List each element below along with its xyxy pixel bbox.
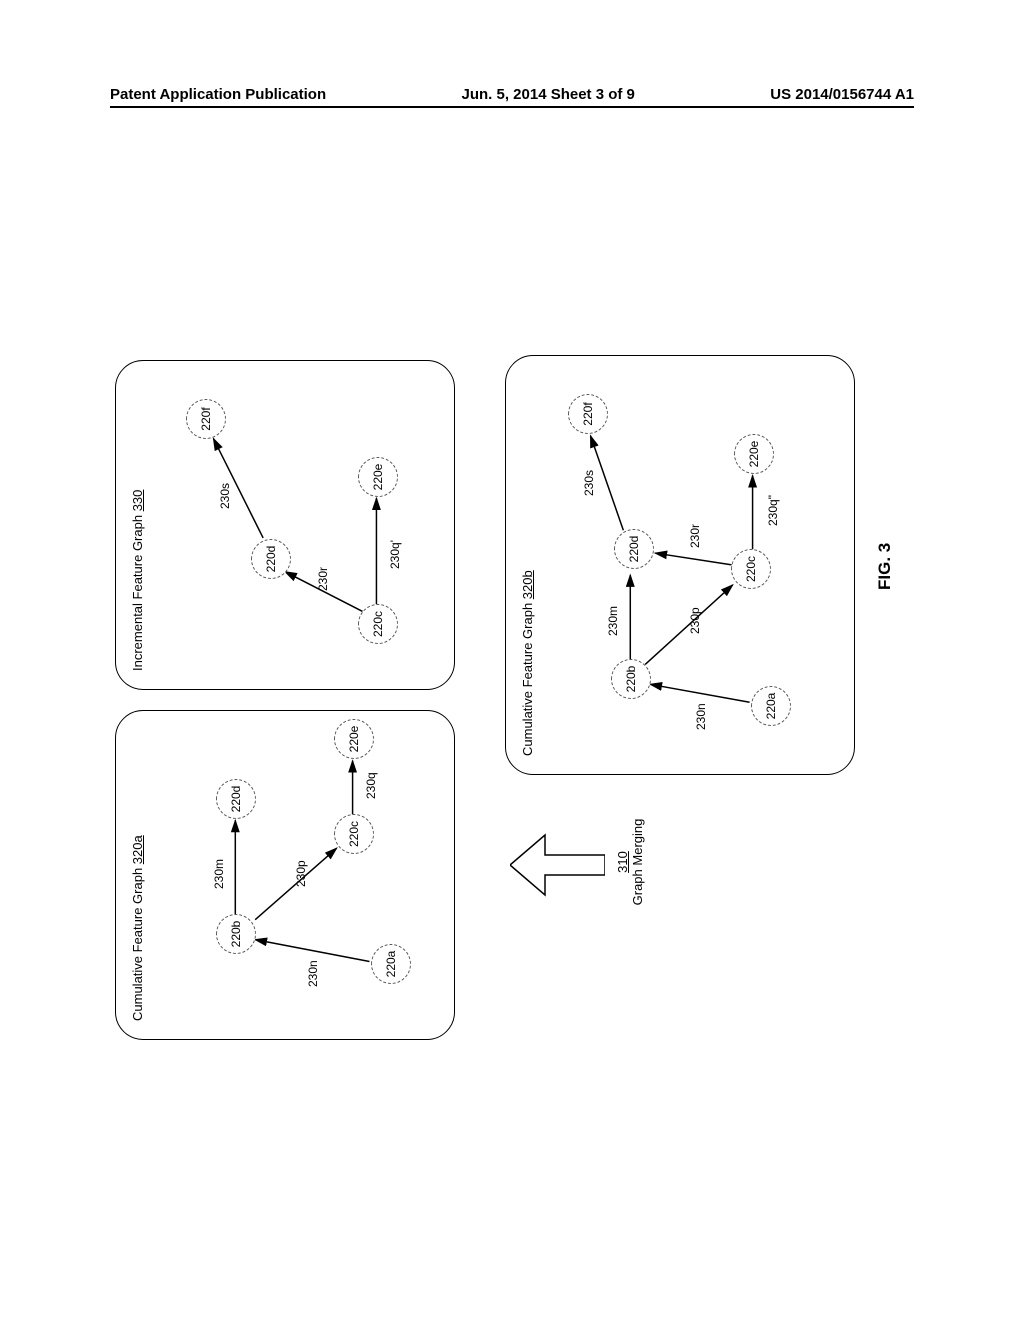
node-220a-p3: 220a (751, 686, 791, 726)
edge-230m-p1: 230m (212, 859, 226, 889)
header-rule (110, 106, 914, 108)
panel-330: Incremental Feature Graph 330 220c 220d … (115, 360, 455, 690)
header-center: Jun. 5, 2014 Sheet 3 of 9 (461, 86, 634, 103)
node-220c-p2: 220c (358, 604, 398, 644)
panel-320b-title: Cumulative Feature Graph 320b (520, 570, 535, 756)
node-220d-p2: 220d (251, 539, 291, 579)
edge-230n-p3: 230n (694, 703, 708, 730)
node-220e-p3: 220e (734, 434, 774, 474)
merge-ref: 310 (615, 851, 630, 873)
panel-330-arrows (116, 361, 454, 689)
panel-320a: Cumulative Feature Graph 320a 220a 220b … (115, 710, 455, 1040)
edge-230q2-p3: 230q" (766, 495, 780, 526)
panel-330-ref: 330 (130, 490, 145, 512)
figure-3: Cumulative Feature Graph 320a 220a 220b … (115, 360, 935, 1040)
edge-230s-p2: 230s (218, 483, 232, 509)
page-header: Patent Application Publication Jun. 5, 2… (0, 86, 1024, 103)
edge-230m-p3: 230m (606, 606, 620, 636)
merge-arrow-label: 310 Graph Merging (615, 792, 645, 932)
node-220a-p1: 220a (371, 944, 411, 984)
edge-230s-p3: 230s (582, 470, 596, 496)
edge-230p-p3: 230p (688, 607, 702, 634)
panel-320b: Cumulative Feature Graph 320b 220a 220b … (505, 355, 855, 775)
node-220d-p3: 220d (614, 529, 654, 569)
node-220e-p1: 220e (334, 719, 374, 759)
merge-arrow-icon (510, 825, 605, 905)
merge-text: Graph Merging (630, 819, 645, 906)
edge-230r-p3: 230r (688, 524, 702, 548)
panel-320b-title-text: Cumulative Feature Graph (520, 599, 535, 756)
header-right: US 2014/0156744 A1 (770, 86, 914, 103)
edge-230q-p1: 230q (364, 772, 378, 799)
panel-330-title: Incremental Feature Graph 330 (130, 490, 145, 671)
node-220f-p3: 220f (568, 394, 608, 434)
edge-230n-p1: 230n (306, 960, 320, 987)
panel-330-title-text: Incremental Feature Graph (130, 511, 145, 671)
panel-320a-title-text: Cumulative Feature Graph (130, 864, 145, 1021)
panel-320b-ref: 320b (520, 570, 535, 599)
edge-230p-p1: 230p (294, 860, 308, 887)
panel-320b-arrows (506, 356, 854, 774)
edge-230r-p2: 230r (316, 567, 330, 591)
node-220b-p3: 220b (611, 659, 651, 699)
panel-320a-title: Cumulative Feature Graph 320a (130, 835, 145, 1021)
node-220d-p1: 220d (216, 779, 256, 819)
node-220e-p2: 220e (358, 457, 398, 497)
header-left: Patent Application Publication (110, 86, 326, 103)
node-220c-p3: 220c (731, 549, 771, 589)
node-220c-p1: 220c (334, 814, 374, 854)
edge-230q1-p2: 230q' (388, 540, 402, 569)
panel-320a-arrows (116, 711, 454, 1039)
figure-caption: FIG. 3 (875, 543, 895, 590)
node-220b-p1: 220b (216, 914, 256, 954)
node-220f-p2: 220f (186, 399, 226, 439)
panel-320a-ref: 320a (130, 835, 145, 864)
